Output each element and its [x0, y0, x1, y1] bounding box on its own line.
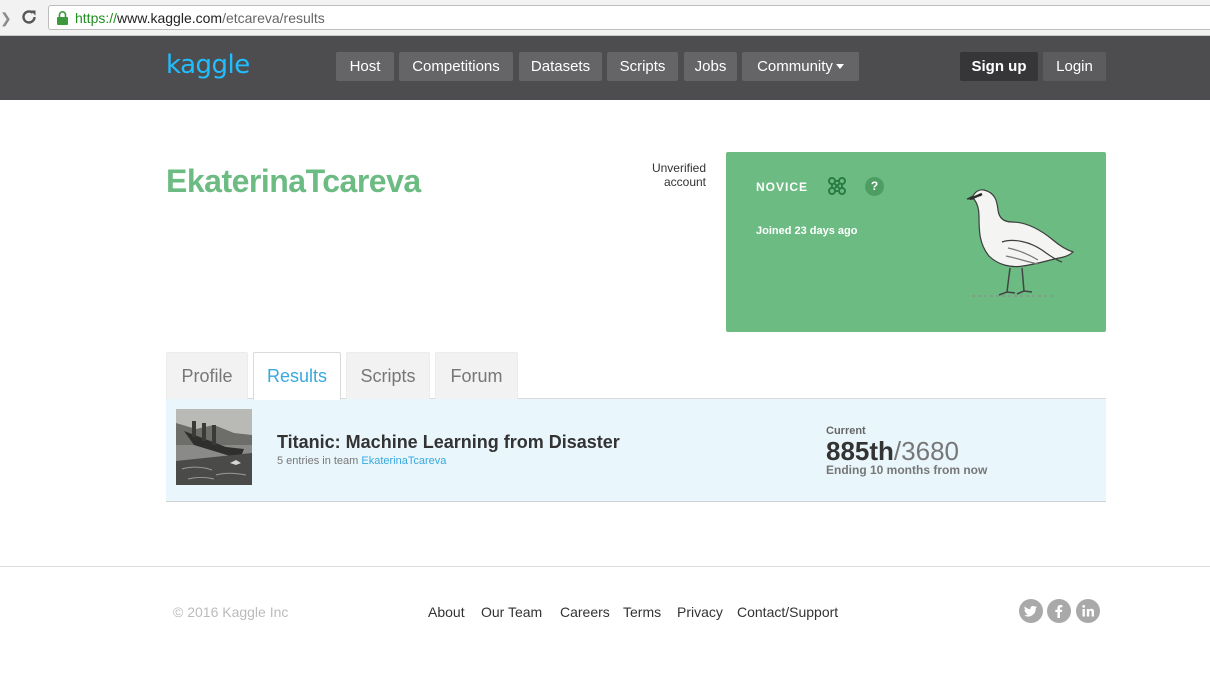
footer-link-privacy[interactable]: Privacy — [677, 604, 723, 621]
browser-toolbar: ❯ https://www.kaggle.com/etcareva/result… — [0, 0, 1210, 36]
novice-tier-icon — [828, 177, 846, 195]
url-host: www.kaggle.com — [117, 10, 223, 26]
footer-link-contact-support[interactable]: Contact/Support — [737, 604, 838, 621]
linkedin-icon[interactable] — [1076, 599, 1100, 623]
nav-jobs[interactable]: Jobs — [684, 52, 737, 81]
rank-position: 885th — [826, 436, 894, 466]
footer-link-terms[interactable]: Terms — [623, 604, 661, 621]
nav-host[interactable]: Host — [336, 52, 394, 81]
chevron-down-icon — [835, 64, 844, 69]
url-text: https://www.kaggle.com/etcareva/results — [75, 10, 325, 27]
nav-datasets[interactable]: Datasets — [519, 52, 602, 81]
nav-competitions[interactable]: Competitions — [399, 52, 513, 81]
footer-link-our-team[interactable]: Our Team — [481, 604, 542, 621]
goose-illustration — [966, 189, 1075, 297]
entries-text: 5 entries in team — [277, 455, 359, 467]
signup-button[interactable]: Sign up — [960, 52, 1038, 81]
facebook-icon[interactable] — [1047, 599, 1071, 623]
kaggle-logo[interactable]: kaggle — [166, 49, 250, 81]
lock-icon — [57, 11, 68, 25]
nav-community[interactable]: Community — [742, 52, 859, 81]
titanic-image — [176, 409, 252, 485]
joined-date: Joined 23 days ago — [756, 225, 858, 237]
account-status-line2: account — [663, 175, 706, 189]
nav-community-label: Community — [757, 58, 833, 75]
competition-result-row: Titanic: Machine Learning from Disaster … — [166, 399, 1106, 502]
reload-icon[interactable] — [19, 7, 39, 27]
team-link[interactable]: EkaterinaTcareva — [361, 455, 446, 467]
tab-profile[interactable]: Profile — [166, 352, 248, 399]
competition-thumbnail[interactable] — [176, 409, 252, 485]
profile-username: EkaterinaTcareva — [166, 163, 421, 199]
leaderboard-rank: 885th/3680 — [826, 436, 959, 466]
competition-title[interactable]: Titanic: Machine Learning from Disaster — [277, 431, 620, 453]
tab-forum[interactable]: Forum — [435, 352, 518, 399]
nav-scripts[interactable]: Scripts — [607, 52, 678, 81]
help-icon[interactable]: ? — [865, 177, 884, 196]
url-scheme: https:// — [75, 10, 118, 26]
address-bar[interactable]: https://www.kaggle.com/etcareva/results — [48, 5, 1210, 30]
site-header: kaggle Host Competitions Datasets Script… — [0, 36, 1210, 100]
forward-icon[interactable]: ❯ — [0, 9, 12, 27]
footer-divider — [0, 566, 1210, 567]
copyright-text: © 2016 Kaggle Inc — [173, 604, 289, 620]
tier-label: NOVICE — [756, 180, 809, 194]
twitter-icon[interactable] — [1019, 599, 1043, 623]
url-path: /etcareva/results — [222, 10, 325, 26]
deadline-text: Ending 10 months from now — [826, 463, 988, 477]
account-status: Unverified account — [616, 161, 706, 189]
tab-results[interactable]: Results — [253, 352, 341, 400]
rank-total: /3680 — [893, 436, 959, 466]
account-status-line1: Unverified — [651, 161, 706, 175]
footer-link-careers[interactable]: Careers — [560, 604, 610, 621]
footer-link-about[interactable]: About — [428, 604, 465, 621]
entries-info: 5 entries in team EkaterinaTcareva — [277, 454, 446, 468]
login-button[interactable]: Login — [1043, 52, 1106, 81]
tier-card: NOVICE ? Joined 23 days ago — [726, 152, 1106, 332]
tab-scripts[interactable]: Scripts — [346, 352, 430, 399]
